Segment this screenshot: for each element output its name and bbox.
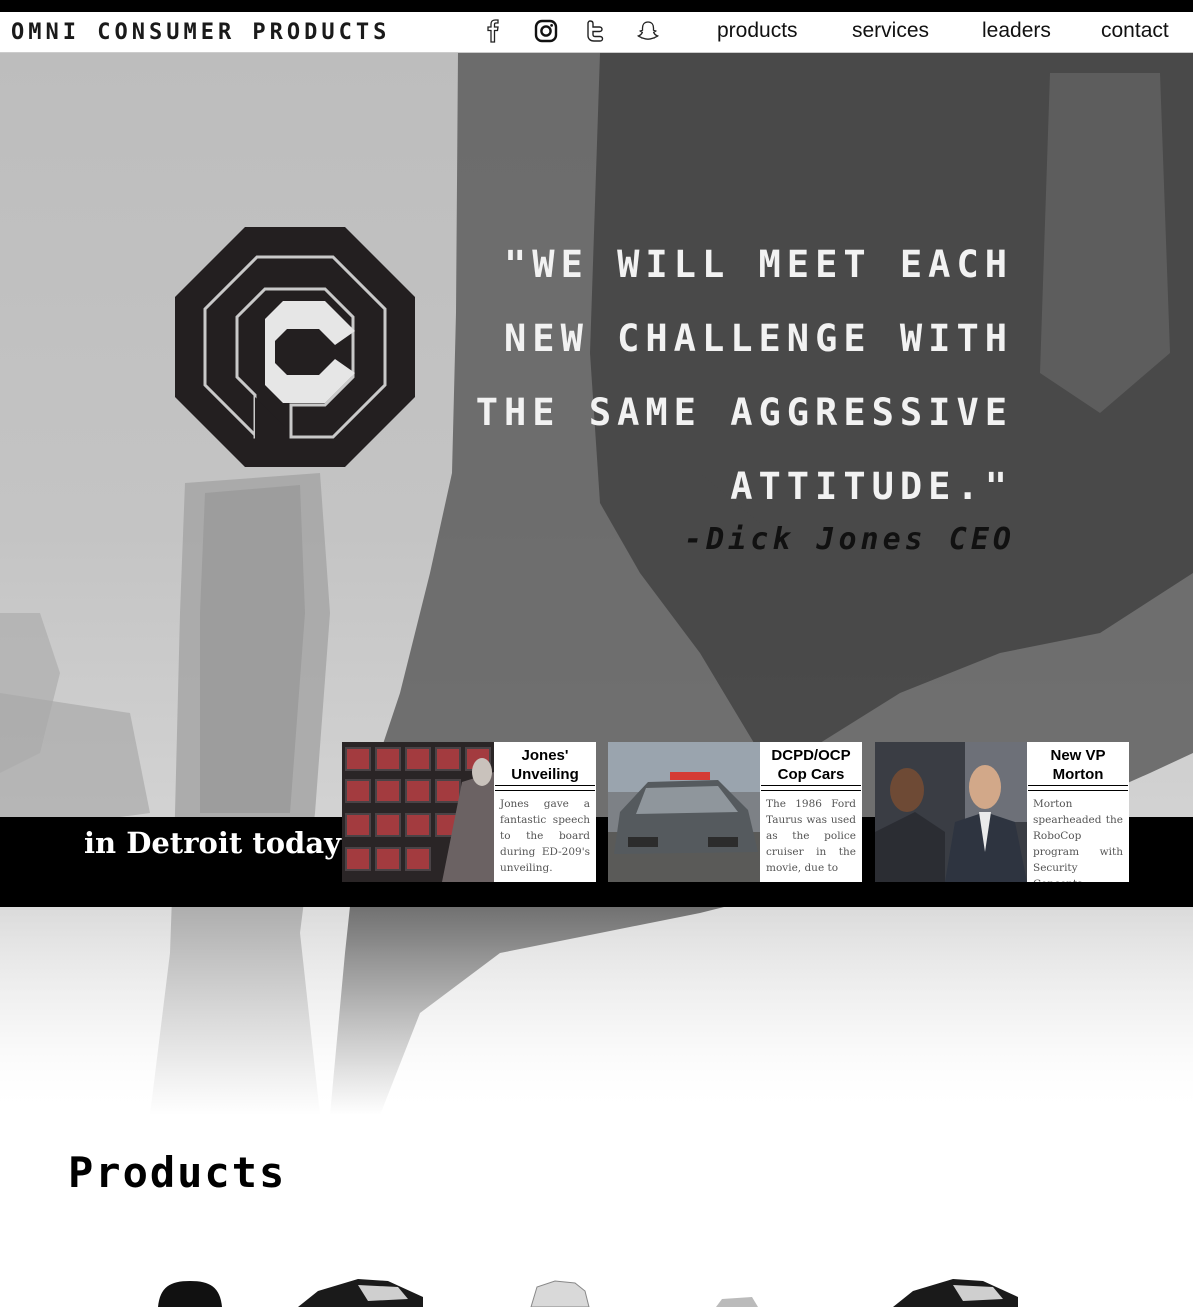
news-card-image bbox=[875, 742, 1027, 882]
news-card-image bbox=[608, 742, 760, 882]
snapchat-icon[interactable] bbox=[635, 18, 661, 44]
product-image[interactable] bbox=[525, 1277, 595, 1307]
news-card-text: DCPD/OCP Cop Cars The 1986 Ford Taurus w… bbox=[760, 742, 862, 882]
quote-line: attitude." bbox=[730, 465, 1013, 508]
navbar: OMNI CONSUMER PRODUCTS products services… bbox=[0, 12, 1193, 53]
nav-link-services[interactable]: services bbox=[852, 19, 929, 43]
hero-section: "We will meet each new challenge with th… bbox=[0, 53, 1193, 1115]
product-image[interactable] bbox=[712, 1277, 762, 1307]
ceo-quote: "We will meet each new challenge with th… bbox=[453, 228, 1013, 524]
products-heading: Products bbox=[68, 1148, 287, 1197]
nav-link-leaders[interactable]: leaders bbox=[982, 19, 1051, 43]
news-card-title: Jones' Unveiling bbox=[511, 747, 579, 783]
news-card-text: Jones' Unveiling Jones gave a fantastic … bbox=[494, 742, 596, 882]
top-black-bar bbox=[0, 0, 1193, 12]
twitter-icon[interactable] bbox=[584, 18, 610, 44]
product-image[interactable] bbox=[298, 1277, 428, 1307]
news-card[interactable]: DCPD/OCP Cop Cars The 1986 Ford Taurus w… bbox=[608, 742, 862, 882]
news-card[interactable]: Jones' Unveiling Jones gave a fantastic … bbox=[342, 742, 596, 882]
quote-line: new challenge with bbox=[504, 317, 1013, 360]
news-card-image bbox=[342, 742, 494, 882]
facebook-icon[interactable] bbox=[482, 18, 508, 44]
news-card-title: DCPD/OCP Cop Cars bbox=[771, 747, 851, 783]
news-card-body: The 1986 Ford Taurus was used as the pol… bbox=[766, 798, 856, 874]
quote-attribution: -Dick Jones CEO bbox=[684, 522, 1015, 557]
quote-line: the same aggressive bbox=[475, 391, 1013, 434]
nav-link-products[interactable]: products bbox=[717, 19, 798, 43]
brand-logo-text[interactable]: OMNI CONSUMER PRODUCTS bbox=[11, 20, 390, 45]
news-card-title: New VP Morton bbox=[1050, 747, 1106, 783]
quote-line: "We will meet each bbox=[504, 243, 1013, 286]
news-card-body: Jones gave a fantastic speech to the boa… bbox=[500, 798, 590, 874]
nav-link-contact[interactable]: contact bbox=[1101, 19, 1169, 43]
news-card[interactable]: New VP Morton Morton spearheaded the Rob… bbox=[875, 742, 1129, 882]
instagram-icon[interactable] bbox=[533, 18, 559, 44]
news-title: in Detroit today bbox=[84, 826, 341, 860]
robot-background-image bbox=[0, 53, 1193, 1115]
product-image[interactable] bbox=[150, 1277, 230, 1307]
product-image[interactable] bbox=[893, 1277, 1023, 1307]
news-card-text: New VP Morton Morton spearheaded the Rob… bbox=[1027, 742, 1129, 882]
ocp-logo bbox=[175, 227, 415, 467]
news-card-body: Morton spearheaded the RoboCop program w… bbox=[1033, 798, 1123, 882]
